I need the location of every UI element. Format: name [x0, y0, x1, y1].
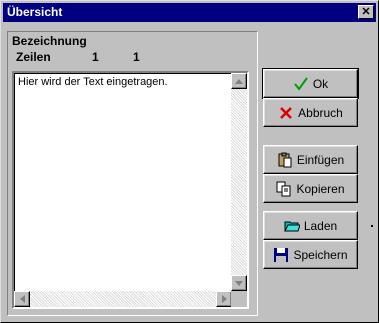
speichern-button[interactable]: Speichern [263, 240, 358, 269]
kopieren-button[interactable]: Kopieren [263, 174, 358, 203]
zeilen-label: Zeilen [16, 50, 51, 64]
zeilen-value-2: 1 [133, 50, 140, 64]
scroll-left-button[interactable] [14, 291, 30, 307]
checkmark-icon [294, 76, 308, 91]
close-icon: ✕ [361, 6, 371, 18]
scroll-up-button[interactable] [231, 73, 247, 89]
speichern-label: Speichern [293, 247, 348, 262]
einfuegen-button[interactable]: Einfügen [263, 145, 358, 174]
kopieren-label: Kopieren [296, 181, 345, 196]
arrow-right-icon [221, 295, 227, 303]
focus-dot [371, 225, 373, 227]
x-icon [280, 106, 293, 119]
horizontal-scrollbar[interactable] [14, 291, 232, 307]
arrow-up-icon [235, 78, 243, 84]
laden-label: Laden [303, 218, 338, 233]
copy-icon [276, 181, 291, 196]
floppy-icon [274, 247, 289, 262]
ok-button[interactable]: Ok [262, 68, 359, 99]
window-title: Übersicht [7, 5, 63, 19]
close-button[interactable]: ✕ [358, 5, 374, 19]
abbruch-button[interactable]: Abbruch [263, 98, 358, 127]
laden-button[interactable]: Laden [263, 211, 358, 240]
abbruch-label: Abbruch [298, 105, 343, 120]
group-title: Bezeichnung [12, 34, 87, 48]
arrow-down-icon [235, 280, 243, 286]
folder-icon [284, 221, 300, 231]
zeilen-value-1: 1 [92, 50, 99, 64]
title-bar[interactable]: Übersicht ✕ [3, 3, 376, 22]
einfuegen-label: Einfügen [296, 152, 345, 167]
arrow-left-icon [19, 295, 25, 303]
paste-icon [278, 152, 292, 167]
text-area-content[interactable]: Hier wird der Text eingetragen. [18, 76, 168, 88]
text-area[interactable]: Hier wird der Text eingetragen. [12, 71, 249, 309]
vertical-scrollbar[interactable] [231, 73, 247, 291]
scroll-corner [231, 291, 247, 307]
ok-label: Ok [312, 76, 329, 91]
scroll-down-button[interactable] [231, 275, 247, 291]
scroll-right-button[interactable] [216, 291, 232, 307]
